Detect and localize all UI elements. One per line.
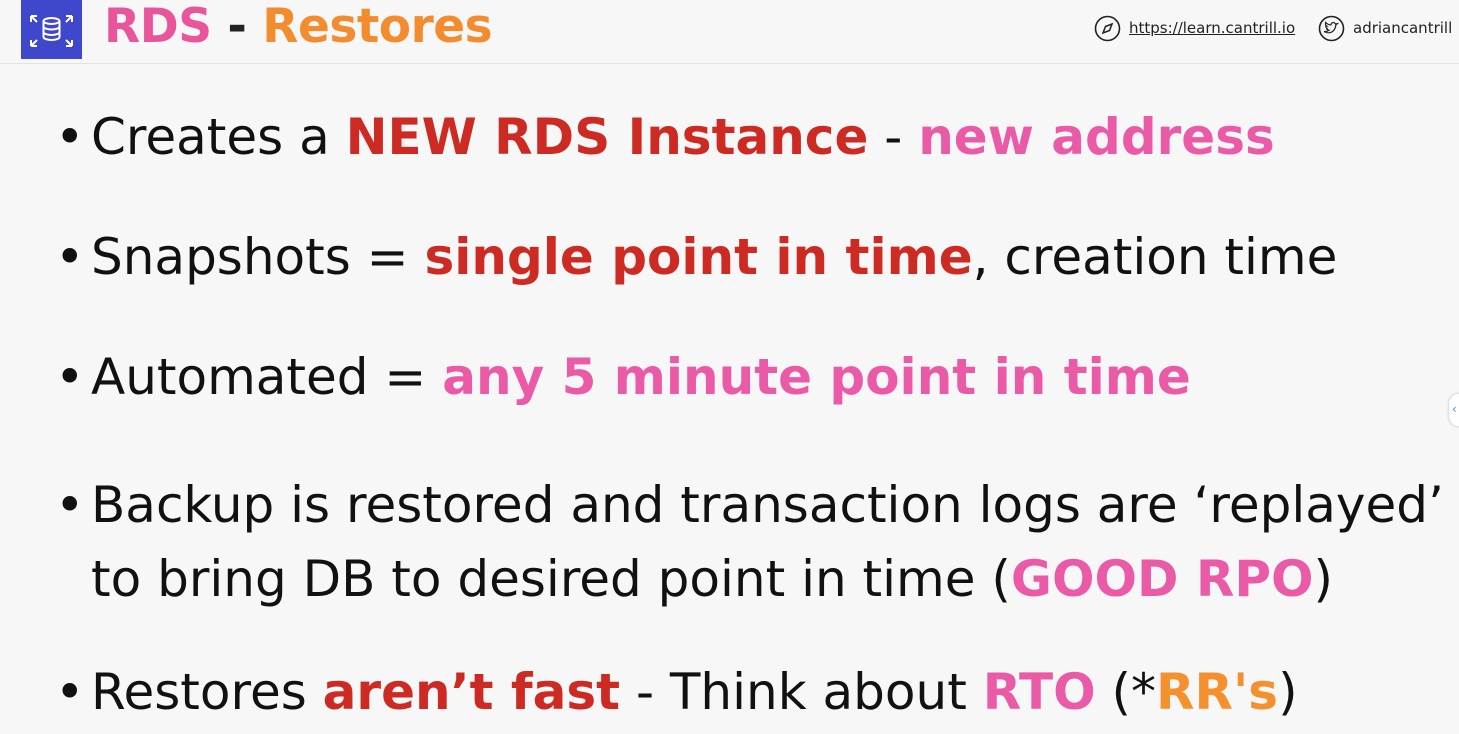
twitter-bird-icon [1318,15,1345,42]
bullet-item: • Creates a NEW RDS Instance - new addre… [55,108,1275,166]
bullet-emphasis: NEW RDS Instance [345,108,869,166]
bullet-text: ) [1278,663,1298,721]
twitter-handle-text[interactable]: adriancantrill [1353,19,1452,37]
bullet-text: Snapshots = [91,228,425,286]
bullet-emphasis: aren’t fast [322,663,621,721]
bullet-text: - [868,108,919,166]
bullet-emphasis: new address [918,108,1275,166]
slide-header: RDS - Restores https://learn.cantrill.io… [0,0,1459,64]
bullet-text: , creation time [972,228,1338,286]
site-link-text[interactable]: https://learn.cantrill.io [1129,19,1295,37]
rds-database-icon [21,0,82,59]
bullet-emphasis: any 5 minute point in time [442,348,1191,406]
bullet-text: ) [1313,550,1334,608]
bullet-emphasis: RTO [982,663,1096,721]
title-rds: RDS [104,0,212,54]
bullet-emphasis: GOOD RPO [1010,550,1314,608]
bullet-text: to bring DB to desired point in time ( [91,550,1011,608]
title-restores: Restores [262,0,493,54]
bullet-dot: • [55,228,85,286]
bullet-emphasis: RR's [1155,663,1279,721]
bullet-emphasis: single point in time [424,228,973,286]
bullet-dot: • [55,476,85,534]
bullet-item: • Backup is restored and transaction log… [55,468,1444,616]
bullet-text: (* [1095,663,1156,721]
page-title: RDS - Restores [104,0,493,58]
compass-icon [1094,15,1121,42]
bullet-dot: • [55,348,85,406]
bullet-item: • Automated = any 5 minute point in time [55,348,1191,406]
bullet-item: • Snapshots = single point in time, crea… [55,228,1337,286]
side-panel-handle[interactable]: ‹ [1449,394,1459,426]
bullet-line: to bring DB to desired point in time (GO… [91,542,1444,616]
bullet-text: Restores [91,663,323,721]
bullet-text: - Think about [620,663,983,721]
bullet-text: Backup is restored and transaction logs … [91,476,1444,534]
bullet-dot: • [55,108,85,166]
bullet-text: Creates a [91,108,346,166]
bullet-text: Automated = [91,348,443,406]
bullet-dot: • [55,663,85,721]
site-link[interactable]: https://learn.cantrill.io [1094,14,1295,42]
bullet-item: • Restores aren’t fast - Think about RTO… [55,663,1298,721]
arrow-left-icon: ‹ [1452,402,1457,416]
twitter-handle[interactable]: adriancantrill [1318,14,1452,42]
title-separator: - [211,0,263,54]
